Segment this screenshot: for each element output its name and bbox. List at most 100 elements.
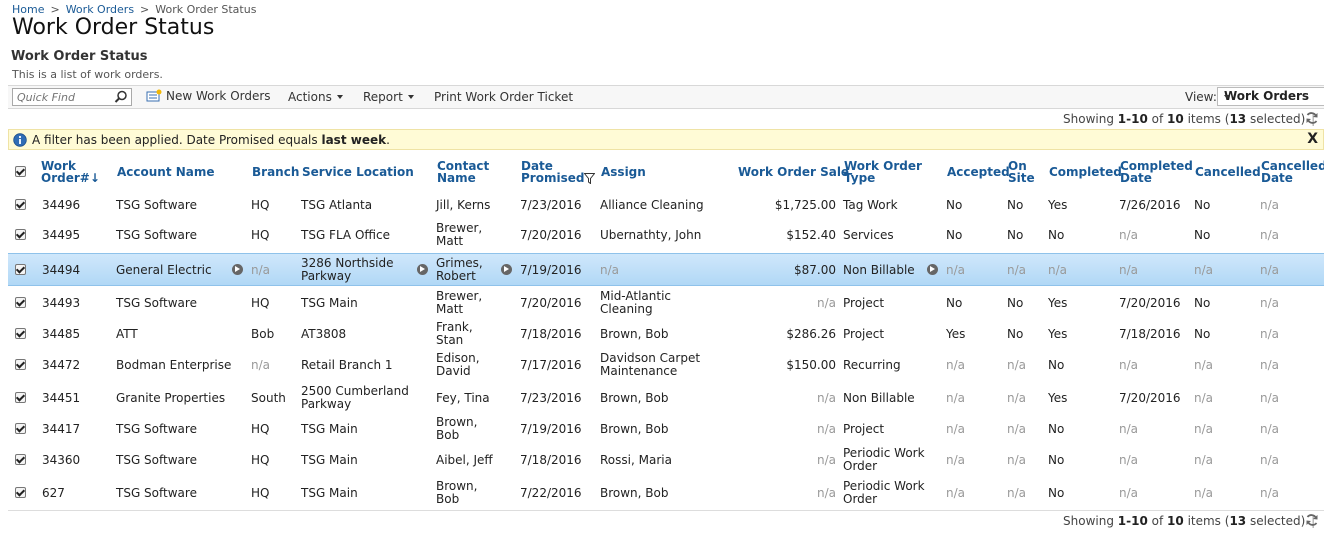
cell-assign: Alliance Cleaning xyxy=(600,197,704,212)
cell-branch: HQ xyxy=(251,227,270,242)
actions-menu[interactable]: Actions xyxy=(288,90,343,104)
close-filter-button[interactable]: X xyxy=(1307,131,1318,147)
col-header-cancelled[interactable]: Cancelled xyxy=(1195,166,1261,178)
refresh-icon[interactable] xyxy=(1305,513,1319,527)
row-checkbox[interactable] xyxy=(15,229,26,240)
col-header-work-order-sale[interactable]: Work Order Sale xyxy=(738,166,849,178)
col-label: Date xyxy=(1120,171,1152,185)
col-header-branch[interactable]: Branch xyxy=(252,166,299,178)
cell-wo[interactable]: 34494 xyxy=(42,254,112,286)
cell-wo[interactable]: 34451 xyxy=(42,383,112,413)
new-work-orders-button[interactable]: New Work Orders xyxy=(146,89,271,103)
info-icon xyxy=(13,133,27,147)
col-label: Name xyxy=(437,171,476,185)
cell-account: TSG Software xyxy=(116,227,197,242)
row-checkbox[interactable] xyxy=(15,454,26,465)
cell-onsite: n/a xyxy=(1007,357,1027,372)
cell-wo[interactable]: 34485 xyxy=(42,319,112,349)
cell-date: 7/20/2016 xyxy=(520,295,582,310)
lookup-arrow-icon[interactable] xyxy=(232,264,243,275)
cell-wo[interactable]: 34360 xyxy=(42,444,112,476)
cell-completed: No xyxy=(1048,421,1065,436)
search-icon[interactable] xyxy=(114,90,128,104)
cell-wo[interactable]: 34493 xyxy=(42,288,112,318)
chevron-down-icon xyxy=(407,95,414,99)
cell-type: Project xyxy=(843,421,885,436)
row-checkbox[interactable] xyxy=(15,392,26,403)
print-ticket-button[interactable]: Print Work Order Ticket xyxy=(434,90,573,104)
cell-assign: Mid-Atlantic Cleaning xyxy=(600,289,672,316)
cell-sale: $1,725.00 xyxy=(774,197,836,212)
cell-contact: Brewer, Matt xyxy=(436,289,483,316)
cell-onsite: No xyxy=(1007,197,1024,212)
cell-wo[interactable]: 34417 xyxy=(42,414,112,444)
cell-branch: HQ xyxy=(251,452,270,467)
selected-count: 13 xyxy=(1229,514,1247,528)
row-checkbox[interactable] xyxy=(15,199,26,210)
cell-assign: Brown, Bob xyxy=(600,390,669,405)
lookup-arrow-icon[interactable] xyxy=(927,264,938,275)
cell-onsite: No xyxy=(1007,326,1024,341)
refresh-icon[interactable] xyxy=(1305,111,1319,125)
showing-total: 10 xyxy=(1167,112,1184,126)
col-header-completed[interactable]: Completed xyxy=(1049,166,1122,178)
cell-contact: Brewer, Matt xyxy=(436,221,483,248)
cell-completed: Yes xyxy=(1048,295,1068,310)
cell-wo[interactable]: 627 xyxy=(42,478,112,508)
col-header-date-promised[interactable]: Date Promised xyxy=(521,160,596,185)
col-header-assign[interactable]: Assign xyxy=(601,166,646,178)
row-checkbox[interactable] xyxy=(15,487,26,498)
cell-type: Periodic Work Order xyxy=(843,479,925,506)
report-menu[interactable]: Report xyxy=(363,90,414,104)
pager-info-bottom: Showing 1-10 of 10 items (13 selected) | xyxy=(1063,514,1316,528)
showing-total: 10 xyxy=(1167,514,1184,528)
row-checkbox[interactable] xyxy=(15,359,26,370)
cell-account: TSG Software xyxy=(116,197,197,212)
cell-onsite: n/a xyxy=(1007,452,1027,467)
cell-cdate: n/a xyxy=(1119,485,1139,500)
cell-wo[interactable]: 34495 xyxy=(42,220,112,250)
cell-accepted: n/a xyxy=(946,452,966,467)
col-header-work-order-type[interactable]: Work Order Type xyxy=(844,160,922,184)
cell-type: Project xyxy=(843,326,885,341)
col-header-on-site[interactable]: On Site xyxy=(1008,160,1035,184)
cell-accepted: No xyxy=(946,295,963,310)
row-checkbox[interactable] xyxy=(15,328,26,339)
row-checkbox[interactable] xyxy=(15,297,26,308)
cell-sale: n/a xyxy=(816,452,836,467)
cell-wo[interactable]: 34496 xyxy=(42,190,112,220)
page-title: Work Order Status xyxy=(12,15,215,40)
lookup-arrow-icon[interactable] xyxy=(417,264,428,275)
cell-cancelled: n/a xyxy=(1194,452,1214,467)
col-header-contact-name[interactable]: Contact Name xyxy=(437,160,489,184)
row-checkbox[interactable] xyxy=(15,423,26,434)
col-label: Site xyxy=(1008,171,1035,185)
cell-completed: No xyxy=(1048,452,1065,467)
col-header-work-order[interactable]: Work Order#↓ xyxy=(41,160,100,184)
cell-service: TSG Atlanta xyxy=(301,197,373,212)
cell-completed: Yes xyxy=(1048,197,1068,212)
view-select[interactable]: Work Orders xyxy=(1217,87,1324,106)
new-work-orders-label: New Work Orders xyxy=(166,89,271,103)
filter-icon[interactable] xyxy=(583,173,596,185)
col-header-cancelled-date[interactable]: Cancelled Date xyxy=(1261,160,1324,184)
row-checkbox[interactable] xyxy=(15,264,26,275)
select-all-checkbox[interactable] xyxy=(15,166,26,177)
cell-wo[interactable]: 34472 xyxy=(42,349,112,381)
cell-date: 7/18/2016 xyxy=(520,452,582,467)
col-header-accepted[interactable]: Accepted xyxy=(947,166,1010,178)
lookup-arrow-icon[interactable] xyxy=(501,264,512,275)
cell-date: 7/19/2016 xyxy=(520,262,582,277)
col-header-completed-date[interactable]: Completed Date xyxy=(1120,160,1193,184)
col-header-service-location[interactable]: Service Location xyxy=(302,166,414,178)
cell-service: TSG FLA Office xyxy=(301,227,390,242)
cell-assign: Brown, Bob xyxy=(600,421,669,436)
col-header-account-name[interactable]: Account Name xyxy=(117,166,215,178)
col-label: Order#↓ xyxy=(41,171,100,185)
cell-service: Retail Branch 1 xyxy=(301,357,393,372)
cell-assign: n/a xyxy=(600,262,620,277)
cell-contact: Brown, Bob xyxy=(436,415,478,442)
quick-find-input[interactable] xyxy=(17,90,113,104)
cell-xdate: n/a xyxy=(1260,295,1280,310)
cell-account: Granite Properties xyxy=(116,390,226,405)
